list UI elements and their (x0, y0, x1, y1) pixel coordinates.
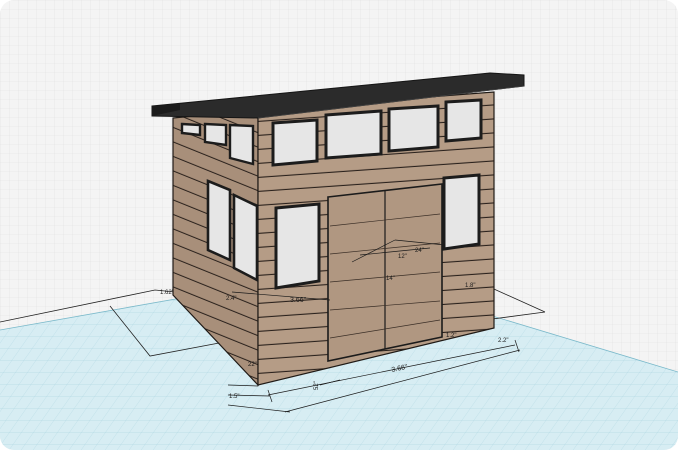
dim-label-d: 2.2" (498, 338, 508, 344)
shed-double-door[interactable] (327, 183, 443, 362)
dim-label-j: 24" (415, 248, 424, 254)
dim-label-a: 1.62" (160, 290, 174, 296)
dim-label-e: 1.2" (446, 333, 456, 339)
dim-label-width-mid: 3.66" (290, 297, 307, 304)
scene-canvas[interactable]: 3.66" 3.66" 52" 1.62" 2.4" 1.5" 2.2" 1.2… (0, 0, 678, 450)
dim-label-b: 2.4" (226, 296, 236, 302)
dim-label-c: 1.5" (229, 394, 239, 400)
dim-label-height-left: 52" (314, 381, 320, 390)
dim-label-f: 14" (386, 276, 395, 282)
dim-label-h: 1.8" (465, 283, 475, 289)
dim-label-i: 22" (248, 362, 257, 368)
3d-viewport[interactable]: 3.66" 3.66" 52" 1.62" 2.4" 1.5" 2.2" 1.2… (0, 0, 678, 450)
dim-label-g: 12" (398, 254, 407, 260)
